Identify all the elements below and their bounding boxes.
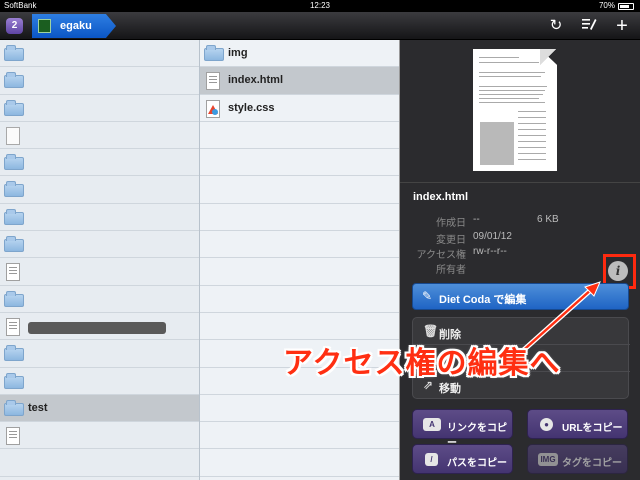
folder-icon bbox=[204, 45, 224, 61]
globe-icon: ● bbox=[540, 418, 553, 431]
list-item-label: img bbox=[228, 47, 248, 59]
battery-percent: 70% bbox=[598, 1, 615, 10]
list-item[interactable] bbox=[0, 368, 199, 395]
list-item[interactable] bbox=[0, 286, 199, 313]
document-icon bbox=[6, 126, 20, 145]
file-name: index.html bbox=[413, 191, 469, 203]
list-item[interactable]: style.css bbox=[200, 95, 399, 122]
empty-row bbox=[200, 449, 399, 477]
tab-count-badge[interactable]: 2 bbox=[6, 18, 23, 34]
parent-folder-list[interactable]: test bbox=[0, 40, 200, 480]
copy-link-button[interactable]: A リンクをコピー bbox=[412, 409, 513, 449]
path-icon: / bbox=[425, 453, 438, 466]
empty-row bbox=[200, 422, 399, 450]
file-preview-thumbnail bbox=[473, 49, 557, 171]
panel-divider bbox=[400, 182, 640, 183]
permissions-value: rw-r--r-- bbox=[473, 246, 507, 257]
permissions-label: アクセス権 bbox=[416, 250, 467, 261]
edit-button-label: Diet Coda で編集 bbox=[439, 294, 527, 306]
status-bar: SoftBank 12:23 70% bbox=[0, 0, 640, 12]
pencil-icon: ✎ bbox=[422, 289, 433, 303]
list-item[interactable] bbox=[0, 40, 199, 68]
img-tag-badge-icon: IMG bbox=[538, 453, 558, 466]
html-file-icon bbox=[6, 263, 20, 282]
list-item[interactable] bbox=[0, 258, 199, 286]
list-item[interactable] bbox=[0, 422, 199, 450]
file-list[interactable]: img index.html style.css bbox=[200, 40, 400, 480]
html-file-icon bbox=[6, 317, 20, 336]
list-item[interactable] bbox=[0, 95, 199, 122]
html-file-icon bbox=[6, 427, 20, 446]
list-item[interactable] bbox=[0, 176, 199, 204]
list-item-label: style.css bbox=[228, 101, 275, 114]
folder-icon bbox=[4, 372, 24, 389]
copy-path-button[interactable]: / パスをコピー bbox=[412, 444, 513, 474]
modified-value: 09/01/12 bbox=[473, 231, 512, 242]
file-size: 6 KB bbox=[537, 214, 559, 225]
list-item[interactable] bbox=[0, 122, 199, 150]
redacted-filename bbox=[28, 321, 166, 334]
edit-list-icon[interactable] bbox=[579, 16, 599, 36]
empty-row bbox=[200, 176, 399, 204]
edit-in-diet-coda-button[interactable]: ✎ Diet Coda で編集 bbox=[412, 283, 629, 310]
folder-icon bbox=[4, 290, 24, 307]
breadcrumb-label[interactable]: egaku bbox=[60, 20, 92, 32]
refresh-icon[interactable]: ↻ bbox=[546, 16, 566, 36]
copy-url-button[interactable]: ● URLをコピー bbox=[527, 409, 628, 439]
list-item[interactable] bbox=[0, 149, 199, 177]
trash-icon: 🗑 bbox=[423, 324, 439, 338]
status-clock: 12:23 bbox=[309, 1, 331, 10]
folder-icon bbox=[4, 154, 24, 171]
empty-row bbox=[200, 122, 399, 150]
folder-icon bbox=[4, 345, 24, 362]
battery-icon bbox=[618, 2, 634, 10]
link-badge-icon: A bbox=[423, 418, 441, 431]
created-value: -- bbox=[473, 214, 480, 225]
list-item[interactable] bbox=[0, 340, 199, 368]
list-item[interactable] bbox=[0, 313, 199, 341]
list-item[interactable] bbox=[0, 231, 199, 259]
folder-icon bbox=[4, 236, 24, 253]
empty-row bbox=[200, 395, 399, 423]
folder-icon bbox=[4, 208, 24, 225]
folder-icon bbox=[4, 45, 24, 61]
copy-tag-button[interactable]: IMG タグをコピー bbox=[527, 444, 628, 474]
plus-icon[interactable]: + bbox=[612, 16, 632, 36]
copy-tag-label: タグをコピー bbox=[562, 458, 622, 469]
empty-row bbox=[200, 258, 399, 286]
copy-path-label: パスをコピー bbox=[447, 458, 507, 469]
empty-row bbox=[200, 204, 399, 232]
battery-indicator: 70% bbox=[599, 0, 634, 12]
css-file-icon bbox=[206, 99, 220, 118]
empty-row bbox=[200, 286, 399, 313]
empty-row bbox=[0, 449, 199, 477]
list-item-label: index.html bbox=[228, 74, 284, 87]
list-item-label: test bbox=[28, 401, 48, 414]
created-label: 作成日 bbox=[436, 218, 466, 229]
folder-icon bbox=[4, 181, 24, 198]
annotation-text: アクセス権の編集へ bbox=[283, 347, 561, 380]
empty-row bbox=[200, 231, 399, 259]
modified-label: 変更日 bbox=[436, 235, 466, 246]
owner-label: 所有者 bbox=[436, 265, 466, 276]
empty-row bbox=[200, 313, 399, 341]
page-fold-corner bbox=[540, 49, 557, 65]
copy-url-label: URLをコピー bbox=[562, 423, 623, 434]
folder-icon bbox=[4, 72, 24, 89]
list-item[interactable] bbox=[0, 67, 199, 95]
list-item[interactable] bbox=[0, 204, 199, 232]
html-file-icon bbox=[206, 72, 220, 91]
list-item[interactable]: img bbox=[200, 40, 399, 68]
folder-icon bbox=[4, 99, 24, 116]
list-item[interactable]: index.html bbox=[200, 67, 399, 95]
list-item[interactable]: test bbox=[0, 394, 199, 423]
folder-icon bbox=[4, 399, 24, 416]
toolbar: 2 egaku ↻ + bbox=[0, 12, 640, 40]
move-label: 移動 bbox=[439, 383, 461, 395]
empty-row bbox=[200, 149, 399, 177]
site-icon bbox=[38, 19, 51, 33]
